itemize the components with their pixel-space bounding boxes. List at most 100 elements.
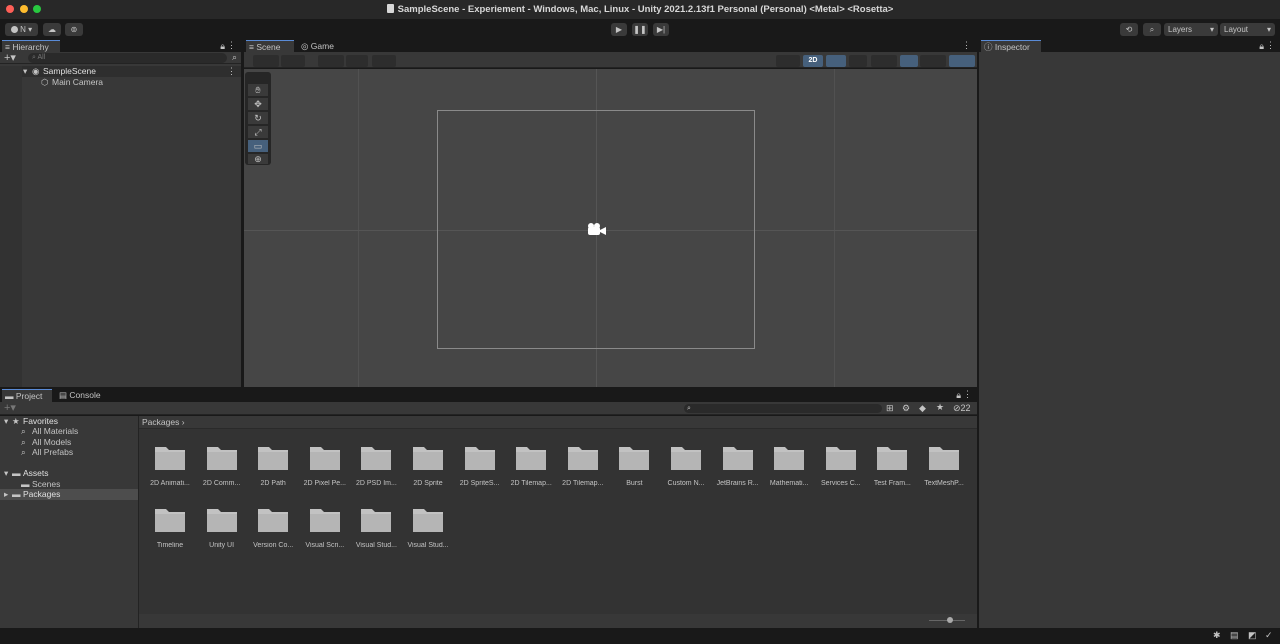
tab-label: Console bbox=[69, 390, 101, 400]
package-folder[interactable]: Unity UI bbox=[199, 506, 245, 556]
layout-dropdown[interactable]: Layout ▾ bbox=[1220, 23, 1275, 36]
search-by-type-icon[interactable]: ⊞ bbox=[886, 403, 894, 414]
window-title: SampleScene - Experiement - Windows, Mac… bbox=[397, 4, 894, 15]
package-folder[interactable]: 2D PSD Im... bbox=[353, 444, 399, 494]
rotate-tool-icon[interactable]: ↻ bbox=[248, 112, 268, 124]
tree-item[interactable]: Scenes bbox=[32, 479, 60, 489]
grid-snap-dropdown[interactable] bbox=[318, 55, 344, 67]
package-folder-label: Services C... bbox=[820, 480, 861, 487]
package-folder[interactable]: 2D Tilemap... bbox=[560, 444, 606, 494]
auto-generate-lighting-icon[interactable]: ◩ bbox=[1248, 630, 1257, 641]
zoom-window-button[interactable] bbox=[33, 5, 41, 13]
package-folder[interactable]: Visual Scri... bbox=[302, 506, 348, 556]
transform-tool-icon[interactable]: ⊕ bbox=[248, 154, 268, 164]
package-folder[interactable]: Visual Stud... bbox=[405, 506, 451, 556]
package-folder[interactable]: 2D Sprite bbox=[405, 444, 451, 494]
menu-kebab-icon[interactable]: ⋮ bbox=[963, 389, 972, 400]
camera-gizmo-icon[interactable] bbox=[586, 222, 608, 238]
collab-button[interactable]: ⊚ bbox=[65, 23, 83, 36]
expand-arrow-icon[interactable]: ▾ bbox=[4, 468, 8, 478]
package-folder[interactable]: 2D Comm... bbox=[199, 444, 245, 494]
package-folder[interactable]: 2D Pixel Pe... bbox=[302, 444, 348, 494]
hand-tool-icon[interactable]: ✋︎ bbox=[248, 84, 268, 96]
toggle-2d-button[interactable]: 2D bbox=[803, 55, 823, 67]
debug-icon[interactable]: ✱ bbox=[1213, 630, 1221, 641]
gizmos-dropdown[interactable] bbox=[949, 55, 975, 67]
tree-item[interactable]: All Models bbox=[32, 437, 71, 447]
minimize-window-button[interactable] bbox=[20, 5, 28, 13]
scene-camera-dropdown[interactable] bbox=[776, 55, 800, 67]
menu-kebab-icon[interactable]: ⋮ bbox=[962, 40, 971, 51]
add-icon[interactable]: +▾ bbox=[4, 401, 16, 414]
search-button[interactable]: ⌕ bbox=[1143, 23, 1161, 36]
menu-kebab-icon[interactable]: ⋮ bbox=[1266, 40, 1275, 51]
hidden-objects-toggle[interactable] bbox=[900, 55, 918, 67]
tree-item[interactable]: All Prefabs bbox=[32, 447, 73, 457]
package-folder[interactable]: Test Fram... bbox=[869, 444, 915, 494]
audio-toggle[interactable] bbox=[849, 55, 867, 67]
cloud-button[interactable]: ☁ bbox=[43, 23, 61, 36]
camera-settings-dropdown[interactable] bbox=[920, 55, 946, 67]
package-folder[interactable]: Timeline bbox=[147, 506, 193, 556]
tree-favorites[interactable]: Favorites bbox=[23, 416, 58, 426]
package-folder[interactable]: 2D Tilemap... bbox=[508, 444, 554, 494]
package-folder[interactable]: Visual Stud... bbox=[353, 506, 399, 556]
zoom-slider-handle[interactable] bbox=[947, 617, 953, 623]
project-search-input[interactable]: ⌕ bbox=[684, 404, 882, 413]
expand-arrow-icon[interactable]: ▾ bbox=[23, 66, 27, 76]
tab-game[interactable]: ◎ Game bbox=[298, 40, 338, 52]
scale-tool-icon[interactable]: ⤢ bbox=[248, 126, 268, 138]
play-button[interactable]: ▶ bbox=[611, 23, 627, 36]
lock-icon[interactable]: 🔒︎ bbox=[220, 41, 225, 52]
package-folder[interactable]: 2D Path bbox=[250, 444, 296, 494]
pause-button[interactable]: ❚❚ bbox=[632, 23, 648, 36]
account-button[interactable]: N ▾ bbox=[5, 23, 38, 36]
expand-arrow-icon[interactable]: ▾ bbox=[4, 416, 8, 426]
effects-dropdown[interactable] bbox=[871, 55, 897, 67]
hidden-packages-toggle[interactable]: ⊘22 bbox=[953, 403, 971, 414]
package-folder[interactable]: Services C... bbox=[818, 444, 864, 494]
tree-item[interactable]: All Materials bbox=[32, 426, 78, 436]
tab-inspector[interactable]: ⓘ Inspector bbox=[981, 40, 1041, 52]
lock-icon[interactable]: 🔒︎ bbox=[1259, 41, 1264, 52]
view-options-dropdown[interactable] bbox=[372, 55, 396, 67]
expand-arrow-icon[interactable]: ▸ bbox=[4, 489, 8, 499]
package-folder[interactable]: Mathemati... bbox=[766, 444, 812, 494]
undo-history-button[interactable]: ⟲ bbox=[1120, 23, 1138, 36]
add-icon[interactable]: +▾ bbox=[4, 51, 16, 64]
draw-mode-dropdown[interactable] bbox=[253, 55, 279, 67]
tab-console[interactable]: ▤ Console bbox=[56, 389, 106, 402]
menu-kebab-icon[interactable]: ⋮ bbox=[227, 40, 236, 51]
favorite-star-icon[interactable]: ★ bbox=[936, 402, 944, 413]
package-folder[interactable]: Version Co... bbox=[250, 506, 296, 556]
progress-check-icon[interactable]: ✓ bbox=[1265, 630, 1273, 641]
scene-viewport[interactable]: ✋︎ ✥ ↻ ⤢ ▭ ⊕ bbox=[244, 69, 977, 387]
package-folder[interactable]: Burst bbox=[611, 444, 657, 494]
tree-assets[interactable]: Assets bbox=[23, 468, 49, 478]
package-folder[interactable]: TextMeshP... bbox=[921, 444, 967, 494]
package-folder[interactable]: Custom N... bbox=[663, 444, 709, 494]
package-folder[interactable]: 2D Animati... bbox=[147, 444, 193, 494]
hierarchy-item[interactable]: ⬡ Main Camera bbox=[0, 77, 241, 88]
package-folder[interactable]: 2D SpriteS... bbox=[457, 444, 503, 494]
hierarchy-search-input[interactable]: ⌕ All bbox=[28, 53, 227, 63]
package-folder[interactable]: JetBrains R... bbox=[715, 444, 761, 494]
close-window-button[interactable] bbox=[6, 5, 14, 13]
rect-tool-icon[interactable]: ▭ bbox=[248, 140, 268, 152]
filter-icon[interactable]: ⚙ bbox=[902, 403, 910, 414]
lock-icon[interactable]: 🔒︎ bbox=[956, 390, 961, 401]
shading-dropdown[interactable] bbox=[281, 55, 305, 67]
step-button[interactable]: ▶| bbox=[653, 23, 669, 36]
tab-scene[interactable]: ≡ Scene bbox=[246, 40, 294, 52]
scene-visibility-icon[interactable]: ⌕ bbox=[232, 52, 237, 63]
tree-packages-row[interactable]: ▸ ▬ Packages bbox=[0, 489, 138, 500]
cache-server-icon[interactable]: ▤ bbox=[1230, 630, 1239, 641]
label-icon[interactable]: ◆ bbox=[919, 403, 926, 414]
breadcrumb-packages[interactable]: Packages bbox=[142, 417, 179, 427]
increment-snap-dropdown[interactable] bbox=[346, 55, 368, 67]
scene-row[interactable]: ▾ ◉ SampleScene ⋮ bbox=[0, 66, 241, 77]
lighting-toggle[interactable] bbox=[826, 55, 846, 67]
layers-dropdown[interactable]: Layers ▾ bbox=[1164, 23, 1218, 36]
menu-kebab-icon[interactable]: ⋮ bbox=[227, 66, 236, 77]
move-tool-icon[interactable]: ✥ bbox=[248, 98, 268, 110]
